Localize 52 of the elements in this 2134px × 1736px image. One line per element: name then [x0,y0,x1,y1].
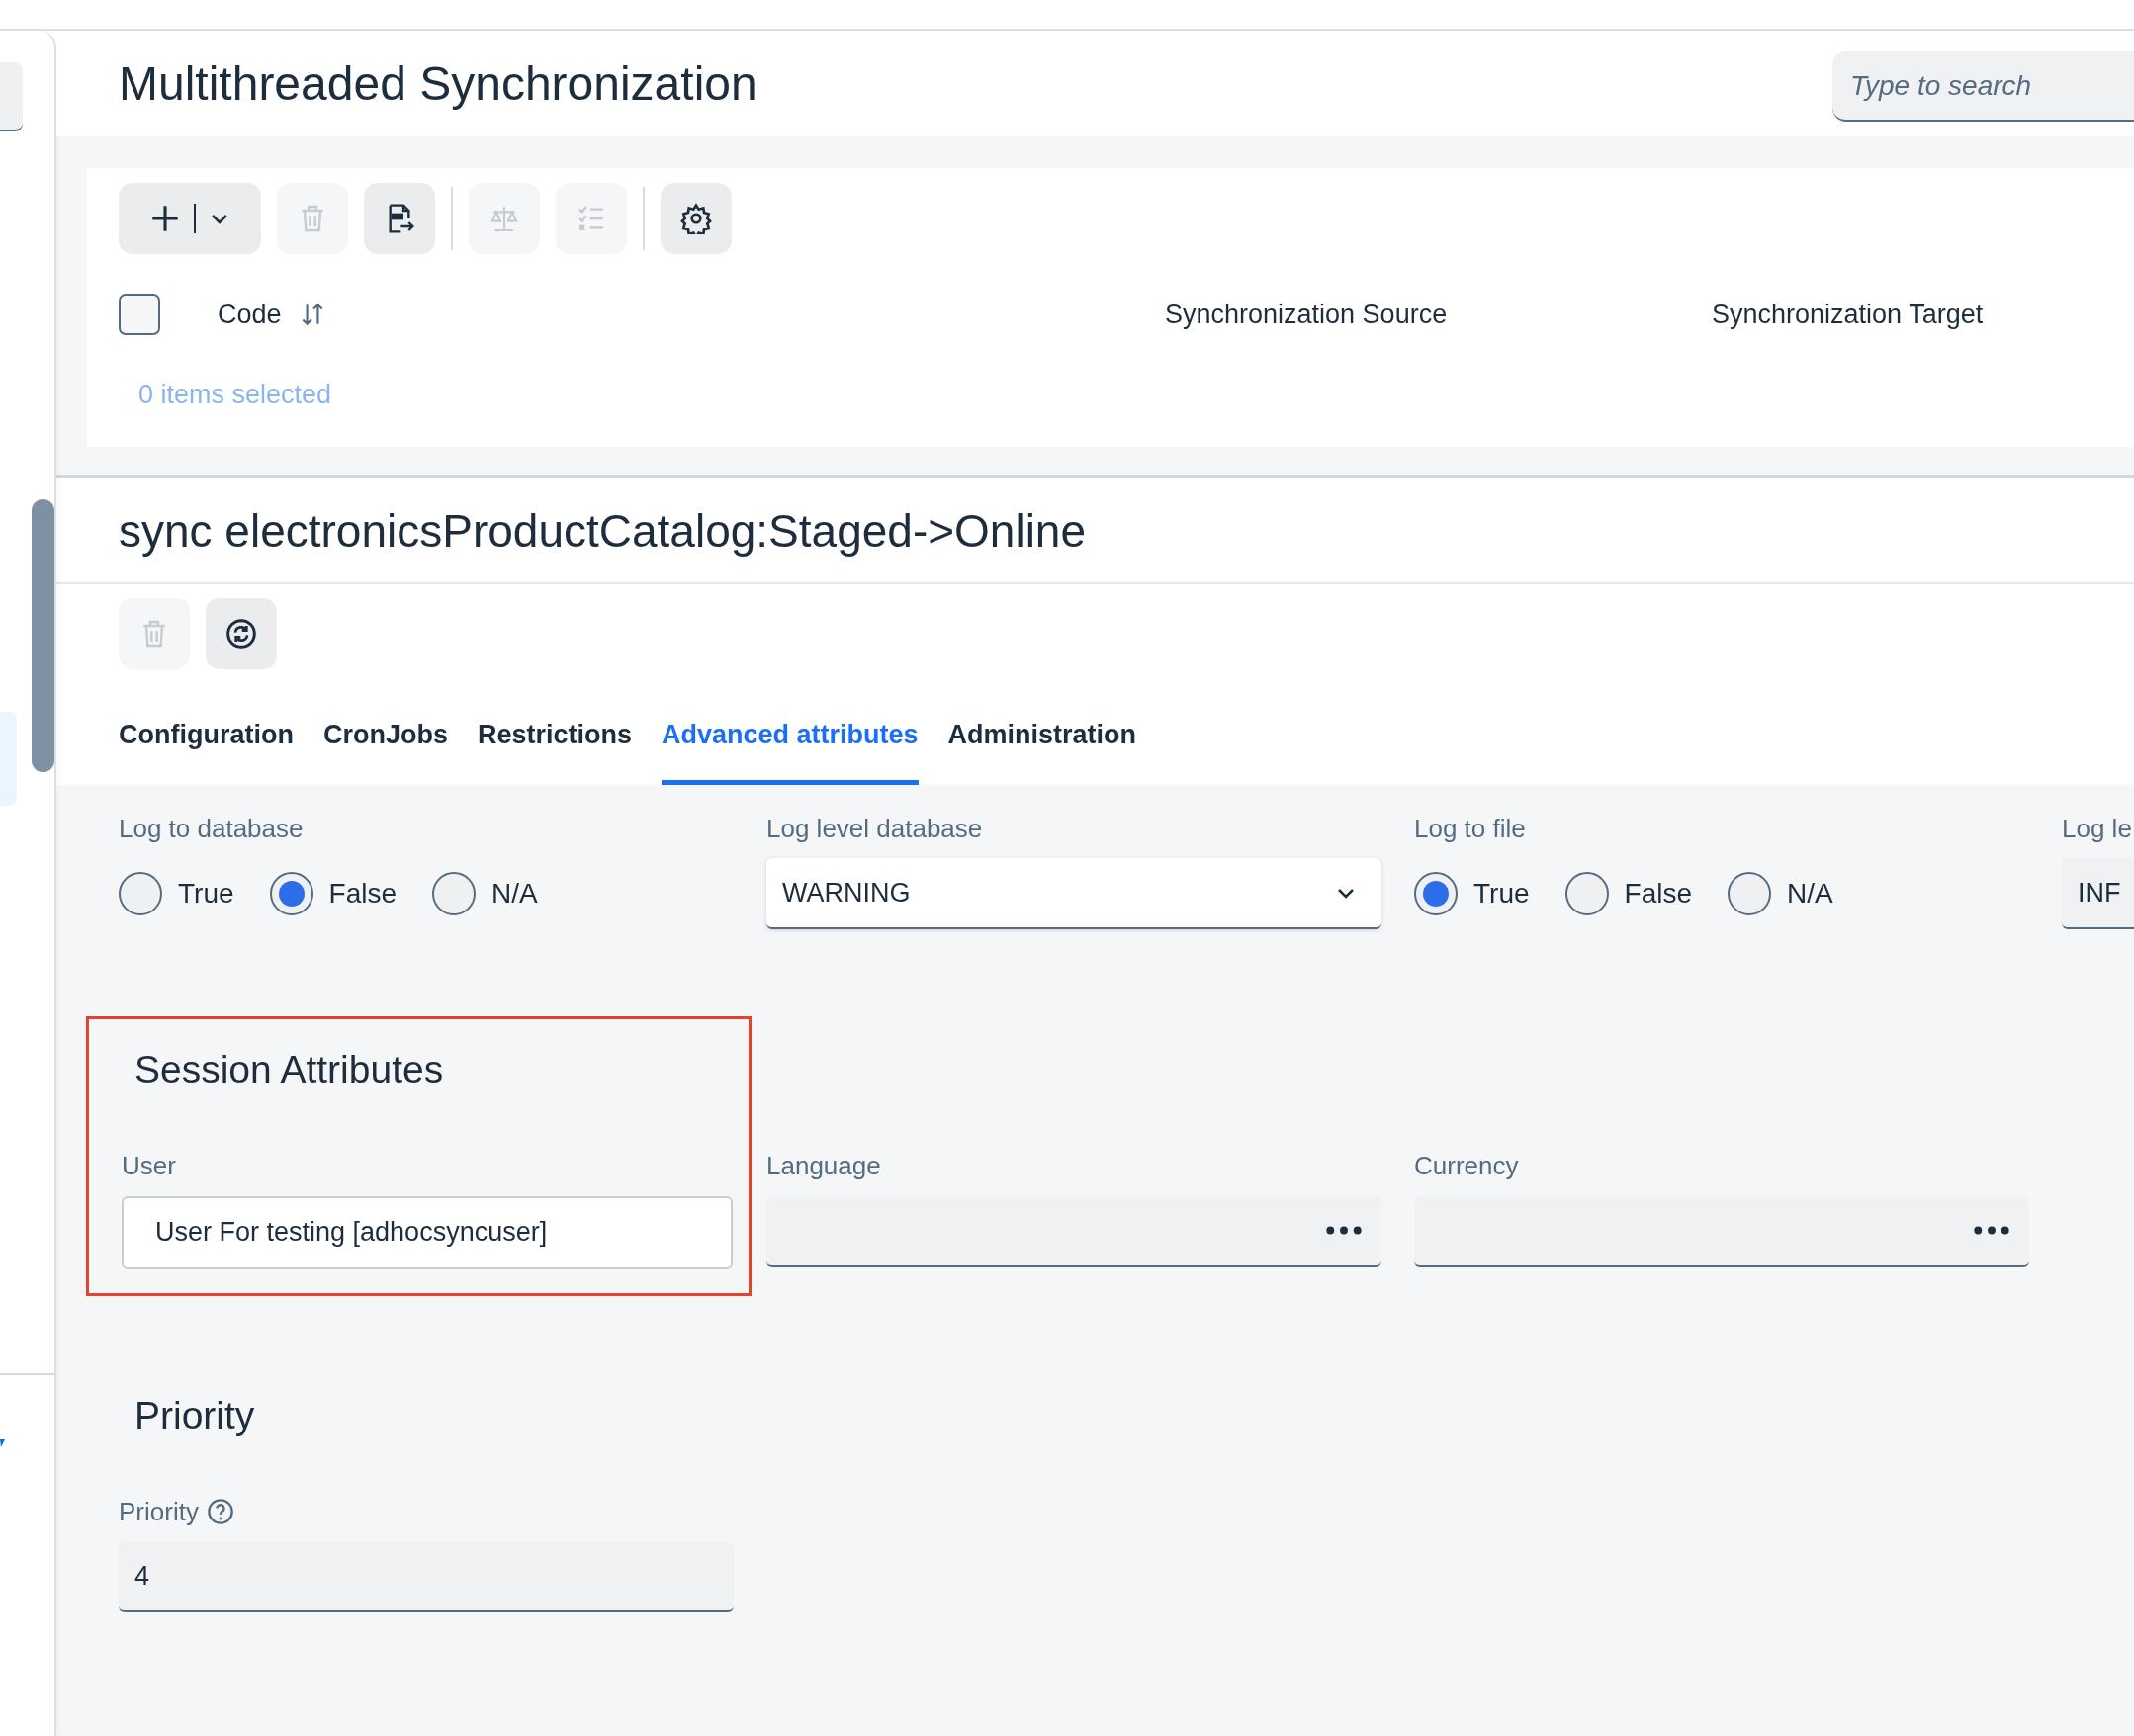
field-label: Language [766,1150,881,1182]
tab[interactable]: Administration [947,714,1137,785]
more-icon [1974,1226,2009,1235]
checkbox[interactable] [119,294,160,335]
page-title: Multithreaded Synchronization [119,59,757,108]
radio-label: True [178,877,234,911]
field-label: Log le [2062,812,2132,845]
dropdown-field[interactable]: WARNING [766,858,1381,929]
radio-button[interactable] [269,872,313,915]
column-header[interactable]: Synchronization Source [1165,294,1448,335]
field-label: Currency [1414,1150,1519,1182]
radio-button[interactable] [432,872,476,915]
more-button[interactable] [1326,1226,1362,1235]
field-label: Log to file [1414,812,1526,845]
section-title: Session Attributes [133,1047,445,1092]
reference-field[interactable] [766,1195,1381,1267]
search-field[interactable]: Type to search [1832,51,2134,122]
field-label: User [122,1150,176,1182]
input-field[interactable]: 4 [119,1541,734,1612]
input-field[interactable]: INF [2062,858,2134,929]
settings-icon [680,203,712,234]
radio-label: N/A [1787,877,1833,911]
field-label: Log to database [119,812,304,845]
field-label: Log level database [766,812,983,845]
radio-button[interactable] [119,872,162,915]
radio-label: False [328,877,397,911]
section-title: Priority [133,1392,256,1438]
settings-button[interactable] [661,183,732,254]
radio-button[interactable] [1564,872,1609,915]
scrollbar-thumb[interactable] [32,499,54,772]
tab[interactable]: Restrictions [478,714,633,785]
sidebar-item[interactable] [0,62,23,131]
reference-field[interactable] [1414,1195,2029,1267]
radio-button[interactable] [1414,872,1458,915]
more-button[interactable] [1974,1226,2009,1235]
input-field[interactable]: User For testing [adhocsyncuser] [122,1195,733,1269]
radio-button[interactable] [1728,872,1771,915]
radio-label: False [1624,877,1692,911]
radio-label: N/A [491,877,538,911]
selection-count: 0 items selected [138,379,333,411]
create-split-button[interactable] [119,183,261,254]
tab[interactable]: CronJobs [322,714,448,785]
column-header[interactable]: Synchronization Target [1712,294,1984,335]
caret-icon[interactable] [0,1439,5,1447]
radio-label: True [1473,877,1530,911]
field-label: Priority [119,1495,199,1528]
sync-button[interactable] [206,598,277,669]
sync-icon [225,618,257,650]
column-header[interactable]: Code [218,294,282,335]
tab[interactable]: Configuration [119,714,294,785]
more-icon [1326,1226,1362,1235]
export-button[interactable] [364,183,435,254]
